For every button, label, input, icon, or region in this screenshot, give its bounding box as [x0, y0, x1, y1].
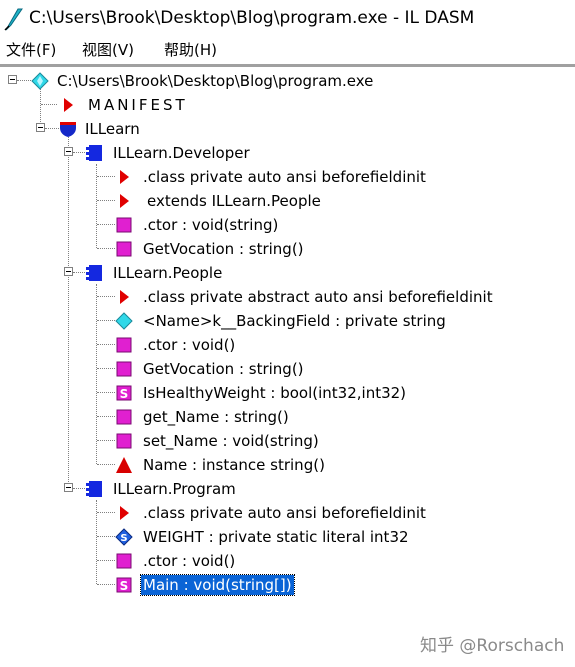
tree-label: get_Name : string()	[143, 408, 289, 426]
method-square-icon	[116, 361, 132, 377]
tree-node-method[interactable]: .ctor : void(string)	[0, 213, 575, 237]
tree-node-method[interactable]: set_Name : void(string)	[0, 429, 575, 453]
tree-node-class-info[interactable]: .class private auto ansi beforefieldinit	[0, 501, 575, 525]
collapse-icon[interactable]	[64, 483, 73, 492]
svg-text:S: S	[120, 387, 129, 401]
method-square-icon	[116, 337, 132, 353]
collapse-icon[interactable]	[36, 123, 45, 132]
tree-node-class[interactable]: ILLearn.Program	[0, 477, 575, 501]
tree-node-static-field[interactable]: S WEIGHT : private static literal int32	[0, 525, 575, 549]
tree-label: ILLearn	[85, 120, 140, 138]
tree-node-root[interactable]: C:\Users\Brook\Desktop\Blog\program.exe	[0, 69, 575, 93]
tree-label: IsHealthyWeight : bool(int32,int32)	[143, 384, 407, 402]
class-icon	[86, 265, 102, 281]
collapse-icon[interactable]	[64, 267, 73, 276]
static-method-icon: S	[116, 385, 132, 401]
tree-label: set_Name : void(string)	[143, 432, 319, 450]
class-icon	[86, 481, 102, 497]
static-method-icon: S	[116, 577, 132, 593]
red-triangle-icon	[120, 506, 129, 520]
tree-node-field[interactable]: <Name>k__BackingField : private string	[0, 309, 575, 333]
tree-node-method[interactable]: .ctor : void()	[0, 549, 575, 573]
menu-view[interactable]: 视图(V)	[82, 39, 134, 60]
window-title: C:\Users\Brook\Desktop\Blog\program.exe …	[29, 8, 475, 28]
namespace-shield-icon	[60, 122, 76, 137]
method-square-icon	[116, 241, 132, 257]
tree-label: extends ILLearn.People	[147, 192, 321, 210]
red-triangle-icon	[64, 98, 73, 112]
tree-label: GetVocation : string()	[143, 360, 304, 378]
tree-label: GetVocation : string()	[143, 240, 304, 258]
tree-node-method[interactable]: get_Name : string()	[0, 405, 575, 429]
tree-label: ILLearn.People	[113, 264, 223, 282]
tree-label: <Name>k__BackingField : private string	[143, 312, 446, 330]
tree-label: .class private auto ansi beforefieldinit	[143, 504, 426, 522]
svg-text:S: S	[120, 579, 129, 593]
collapse-icon[interactable]	[8, 75, 17, 84]
red-triangle-icon	[120, 194, 129, 208]
class-icon	[86, 145, 102, 161]
method-square-icon	[116, 553, 132, 569]
selected-tree-label[interactable]: Main : void(string[])	[140, 574, 295, 596]
method-square-icon	[116, 409, 132, 425]
svg-text:S: S	[120, 533, 127, 544]
tree-node-static-method[interactable]: S IsHealthyWeight : bool(int32,int32)	[0, 381, 575, 405]
method-square-icon	[116, 217, 132, 233]
menu-bar: 文件(F) 视图(V) 帮助(H)	[0, 38, 575, 62]
tree-node-class[interactable]: ILLearn.Developer	[0, 141, 575, 165]
tree-node-extends[interactable]: extends ILLearn.People	[0, 189, 575, 213]
tree-node-method[interactable]: GetVocation : string()	[0, 357, 575, 381]
ildasm-quill-icon	[4, 8, 23, 31]
method-square-icon	[116, 433, 132, 449]
property-triangle-icon	[116, 457, 132, 473]
tree-node-method[interactable]: .ctor : void()	[0, 333, 575, 357]
tree-label: .class private abstract auto ansi before…	[143, 288, 493, 306]
tree-label: .class private auto ansi beforefieldinit	[143, 168, 426, 186]
tree-node-class-info[interactable]: .class private auto ansi beforefieldinit	[0, 165, 575, 189]
tree-label: .ctor : void(string)	[143, 216, 279, 234]
menu-help[interactable]: 帮助(H)	[164, 39, 217, 60]
red-triangle-icon	[120, 170, 129, 184]
tree-label: Name : instance string()	[143, 456, 325, 474]
collapse-icon[interactable]	[64, 147, 73, 156]
tree-node-manifest[interactable]: MANIFEST	[0, 93, 575, 117]
red-triangle-icon	[120, 290, 129, 304]
tree-node-method[interactable]: GetVocation : string()	[0, 237, 575, 261]
tree-node-class-info[interactable]: .class private abstract auto ansi before…	[0, 285, 575, 309]
assembly-diamond-icon	[31, 72, 49, 90]
watermark: 知乎 @Rorschach	[420, 636, 565, 656]
field-diamond-icon	[115, 312, 133, 330]
tree-node-class[interactable]: ILLearn.People	[0, 261, 575, 285]
tree-label: MANIFEST	[88, 96, 188, 114]
tree-view[interactable]: C:\Users\Brook\Desktop\Blog\program.exe …	[0, 67, 575, 667]
tree-label: .ctor : void()	[143, 336, 236, 354]
tree-label: ILLearn.Developer	[113, 144, 250, 162]
tree-label: ILLearn.Program	[113, 480, 236, 498]
tree-label: WEIGHT : private static literal int32	[143, 528, 409, 546]
tree-label: .ctor : void()	[143, 552, 236, 570]
menu-file[interactable]: 文件(F)	[6, 39, 56, 60]
tree-node-property[interactable]: Name : instance string()	[0, 453, 575, 477]
tree-node-namespace[interactable]: ILLearn	[0, 117, 575, 141]
title-bar: C:\Users\Brook\Desktop\Blog\program.exe …	[0, 0, 575, 38]
static-field-icon: S	[115, 528, 133, 546]
tree-label: C:\Users\Brook\Desktop\Blog\program.exe	[57, 72, 374, 90]
tree-node-static-method-selected[interactable]: S Main : void(string[])	[0, 573, 575, 597]
